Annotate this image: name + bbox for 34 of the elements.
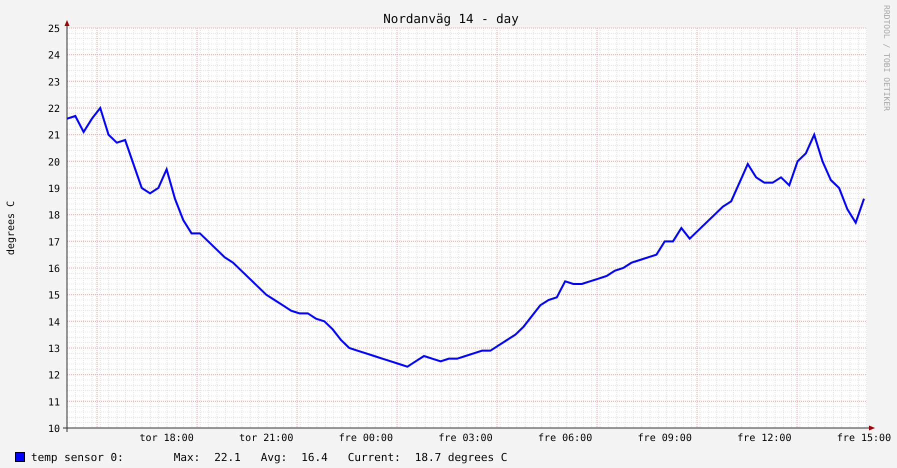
axis-label: 22 <box>48 104 60 115</box>
axis-label: fre 12:00 <box>737 433 792 444</box>
stat-label: Current: <box>348 450 401 464</box>
stat-value: 16.4 <box>301 450 328 464</box>
axis-label: fre 15:00 <box>836 433 892 444</box>
axis-title: degrees C <box>6 200 17 256</box>
axis-label: 18 <box>48 210 60 222</box>
axis-label: 11 <box>48 397 60 408</box>
stat-label: Avg: <box>260 450 288 464</box>
stat-label: Max: <box>174 450 200 464</box>
axis-label: tor 18:00 <box>140 433 194 444</box>
chart-title: Nordanväg 14 - day <box>383 11 519 26</box>
axis-label: 20 <box>48 157 60 168</box>
axis-label: 16 <box>48 264 60 275</box>
axis-label: 23 <box>48 77 60 88</box>
credit-text: RRDTOOL / TOBI OETIKER <box>882 5 891 111</box>
axis-label: 13 <box>48 344 60 355</box>
axis-label: 17 <box>48 237 60 248</box>
axis-label: 12 <box>48 370 60 382</box>
axis-label: 19 <box>48 184 60 195</box>
axis-label: 15 <box>48 290 60 302</box>
axis-label: 25 <box>48 24 60 35</box>
axis-label: fre 06:00 <box>538 433 592 444</box>
axis-label: fre 09:00 <box>638 433 692 444</box>
axis-label: 24 <box>48 50 60 62</box>
axis-label: fre 03:00 <box>438 433 493 444</box>
legend-label: temp sensor 0: <box>31 450 124 464</box>
stat-value: 18.7 degrees C <box>414 450 508 464</box>
axis-label: 21 <box>48 130 60 142</box>
axis-label: 14 <box>48 317 60 328</box>
axis-label: tor 21:00 <box>239 433 294 444</box>
stat-value: 22.1 <box>214 450 241 464</box>
axis-label: 10 <box>48 424 60 435</box>
axis-label: fre 00:00 <box>338 433 393 444</box>
